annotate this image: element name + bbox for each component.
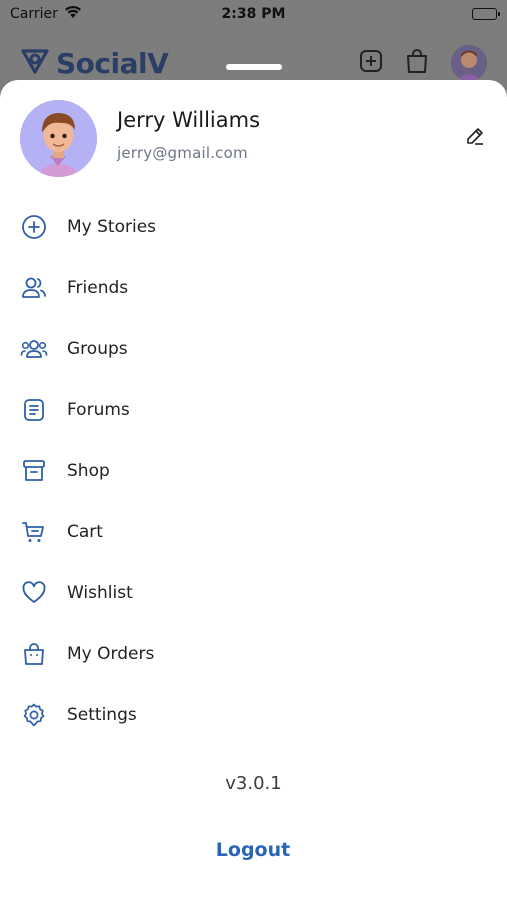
menu-list: My Stories Friends Groups Forums Shop Ca… xyxy=(0,196,507,745)
logo-icon xyxy=(20,47,50,79)
menu-item-settings[interactable]: Settings xyxy=(0,684,507,745)
profile-avatar[interactable] xyxy=(20,99,97,177)
menu-item-label: Wishlist xyxy=(67,582,133,603)
menu-item-forums[interactable]: Forums xyxy=(0,379,507,440)
heart-icon xyxy=(20,579,48,607)
logout-button[interactable]: Logout xyxy=(203,835,303,865)
friends-icon xyxy=(20,274,48,302)
shop-icon xyxy=(20,457,48,485)
menu-item-label: Friends xyxy=(67,277,129,298)
menu-item-label: Cart xyxy=(67,521,103,542)
edit-profile-icon[interactable] xyxy=(463,124,487,148)
menu-item-label: Settings xyxy=(67,704,137,725)
forums-icon xyxy=(20,396,48,424)
profile-name: Jerry Williams xyxy=(117,108,261,132)
menu-item-label: Shop xyxy=(67,460,110,481)
menu-item-friends[interactable]: Friends xyxy=(0,257,507,318)
menu-item-my-stories[interactable]: My Stories xyxy=(0,196,507,257)
menu-item-label: Groups xyxy=(67,338,128,359)
menu-item-my-orders[interactable]: My Orders xyxy=(0,623,507,684)
add-post-icon[interactable] xyxy=(359,49,383,77)
profile-email: jerry@gmail.com xyxy=(117,144,248,162)
add-circle-icon xyxy=(20,213,48,241)
header-avatar[interactable] xyxy=(451,45,487,81)
profile-header: Jerry Williams jerry@gmail.com xyxy=(20,98,487,178)
status-bar: Carrier 2:38 PM xyxy=(0,0,507,28)
logo-text: SocialV xyxy=(56,46,169,80)
menu-item-label: Forums xyxy=(67,399,130,420)
groups-icon xyxy=(20,335,48,363)
gear-icon xyxy=(20,701,48,729)
menu-item-shop[interactable]: Shop xyxy=(0,440,507,501)
menu-item-label: My Stories xyxy=(67,216,157,237)
menu-item-cart[interactable]: Cart xyxy=(0,501,507,562)
battery-icon xyxy=(472,8,500,20)
app-version: v3.0.1 xyxy=(225,773,282,794)
app-logo: SocialV xyxy=(20,46,169,80)
status-time: 2:38 PM xyxy=(221,6,286,22)
cart-icon xyxy=(20,518,48,546)
sheet-grabber[interactable] xyxy=(226,64,282,70)
menu-item-wishlist[interactable]: Wishlist xyxy=(0,562,507,623)
menu-item-label: My Orders xyxy=(67,643,155,664)
shopping-bag-icon[interactable] xyxy=(405,48,429,78)
profile-menu-sheet: Jerry Williams jerry@gmail.com My Storie… xyxy=(0,80,507,900)
menu-item-groups[interactable]: Groups xyxy=(0,318,507,379)
bag-icon xyxy=(20,640,48,668)
